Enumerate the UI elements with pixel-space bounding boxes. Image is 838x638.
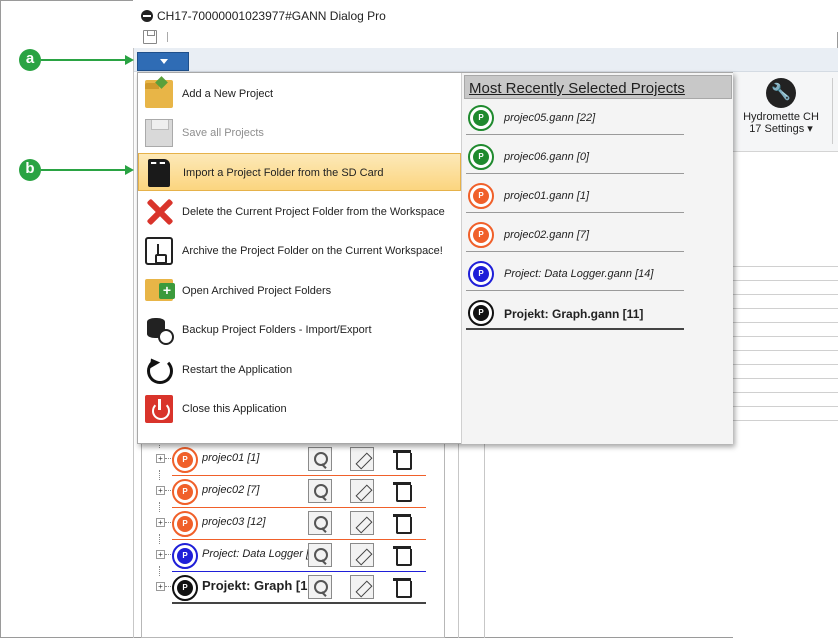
project-badge-icon: P: [172, 511, 198, 537]
application-menu: Add a New Project Save all Projects Impo…: [137, 72, 733, 444]
window-left-border: [133, 48, 134, 638]
expand-icon[interactable]: +: [156, 518, 165, 527]
edit-pencil-icon[interactable]: [350, 543, 374, 567]
project-badge-icon: P: [468, 183, 494, 209]
tree-item-label: Project: Data Logger [1: [202, 548, 310, 560]
settings-gear-icon[interactable]: [308, 479, 332, 503]
expand-icon[interactable]: +: [156, 486, 165, 495]
annotation-b-arrowhead: [125, 165, 134, 175]
restart-icon: [145, 356, 173, 384]
panel-divider: [458, 440, 459, 638]
menu-item-archive-folder[interactable]: Archive the Project Folder on the Curren…: [138, 232, 461, 270]
edit-pencil-icon[interactable]: [350, 575, 374, 599]
tree-item-projec03[interactable]: + P projec03 [12]: [156, 502, 426, 540]
recent-projects-header: Most Recently Selected Projects: [464, 75, 732, 99]
tree-item-label: projec01 [1]: [202, 452, 260, 464]
expand-icon[interactable]: +: [156, 550, 165, 559]
hydromette-settings-button[interactable]: 🔧 Hydromette CH 17 Settings ▾: [740, 78, 822, 135]
window-title: CH17-70000001023977#GANN Dialog Pro: [157, 9, 386, 23]
recent-project-item[interactable]: P projec06.gann [0]: [466, 138, 688, 174]
menu-item-save-all[interactable]: Save all Projects: [138, 114, 461, 152]
archive-icon: [145, 237, 173, 265]
quick-access-save-icon[interactable]: [143, 30, 157, 44]
menu-item-import-sd[interactable]: Import a Project Folder from the SD Card: [138, 153, 461, 191]
sd-card-icon: [148, 159, 170, 187]
menu-item-backup[interactable]: Backup Project Folders - Import/Export: [138, 311, 461, 349]
tree-item-label: Projekt: Graph [1: [202, 578, 308, 593]
edit-pencil-icon[interactable]: [350, 479, 374, 503]
recent-project-item[interactable]: P projec02.gann [7]: [466, 216, 688, 252]
ribbon-separator: [832, 78, 833, 144]
menu-item-close[interactable]: Close this Application: [138, 390, 461, 428]
wrench-icon: 🔧: [766, 78, 796, 108]
content-grid: [733, 152, 838, 638]
tree-item-label: projec03 [12]: [202, 516, 266, 528]
menu-item-delete-folder[interactable]: Delete the Current Project Folder from t…: [138, 193, 461, 231]
annotation-b-arrow: [41, 169, 125, 171]
quick-access-separator: [167, 32, 168, 42]
tree-item-data-logger[interactable]: + P Project: Data Logger [1: [156, 534, 426, 572]
menu-item-open-archived[interactable]: Open Archived Project Folders: [138, 272, 461, 310]
project-badge-icon: P: [172, 543, 198, 569]
tree-item-projec02[interactable]: + P projec02 [7]: [156, 470, 426, 508]
folder-open-icon: [145, 80, 173, 108]
edit-pencil-icon[interactable]: [350, 511, 374, 535]
database-backup-icon: [145, 316, 174, 345]
power-icon: [145, 395, 173, 423]
recent-projects-panel: Most Recently Selected Projects P projec…: [461, 73, 733, 444]
delete-x-icon: [145, 198, 173, 226]
project-badge-icon: P: [468, 300, 494, 326]
trash-icon[interactable]: [390, 479, 414, 503]
expand-icon[interactable]: +: [156, 582, 165, 591]
chevron-down-icon: [160, 59, 168, 64]
tree-item-label: projec02 [7]: [202, 484, 260, 496]
folder-plus-icon: [145, 279, 175, 301]
project-badge-icon: P: [172, 479, 198, 505]
annotation-a-arrow: [41, 59, 125, 61]
project-badge-icon: P: [468, 222, 494, 248]
recent-project-item[interactable]: P projec01.gann [1]: [466, 177, 688, 213]
settings-gear-icon[interactable]: [308, 543, 332, 567]
project-badge-icon: P: [468, 105, 494, 131]
app-icon: [141, 10, 153, 22]
trash-icon[interactable]: [390, 447, 414, 471]
annotation-a-badge: a: [19, 49, 41, 71]
settings-gear-icon[interactable]: [308, 575, 332, 599]
trash-icon[interactable]: [390, 511, 414, 535]
settings-gear-icon[interactable]: [308, 511, 332, 535]
menu-item-restart[interactable]: Restart the Application: [138, 351, 461, 389]
settings-gear-icon[interactable]: [308, 447, 332, 471]
project-badge-icon: P: [468, 261, 494, 287]
project-badge-icon: P: [172, 447, 198, 473]
recent-project-item[interactable]: P projec05.gann [22]: [466, 99, 688, 135]
application-menu-button[interactable]: [137, 52, 189, 71]
save-icon: [145, 119, 173, 147]
panel-divider: [484, 440, 485, 638]
project-badge-icon: P: [468, 144, 494, 170]
edit-pencil-icon[interactable]: [350, 447, 374, 471]
tree-item-graph[interactable]: + P Projekt: Graph [1: [156, 566, 426, 604]
ribbon-tab-strip: [133, 48, 838, 72]
tree-item-projec01[interactable]: + P projec01 [1]: [156, 438, 426, 476]
hydromette-settings-label: Hydromette CH 17 Settings ▾: [743, 111, 819, 135]
annotation-a-arrowhead: [125, 55, 134, 65]
recent-project-item[interactable]: P Projekt: Graph.gann [11]: [466, 294, 688, 330]
recent-project-item[interactable]: P Project: Data Logger.gann [14]: [466, 255, 688, 291]
menu-item-add-project[interactable]: Add a New Project: [138, 75, 461, 113]
expand-icon[interactable]: +: [156, 454, 165, 463]
menu-commands: Add a New Project Save all Projects Impo…: [138, 73, 461, 444]
project-badge-icon: P: [172, 575, 198, 601]
trash-icon[interactable]: [390, 575, 414, 599]
annotation-b-badge: b: [19, 159, 41, 181]
trash-icon[interactable]: [390, 543, 414, 567]
